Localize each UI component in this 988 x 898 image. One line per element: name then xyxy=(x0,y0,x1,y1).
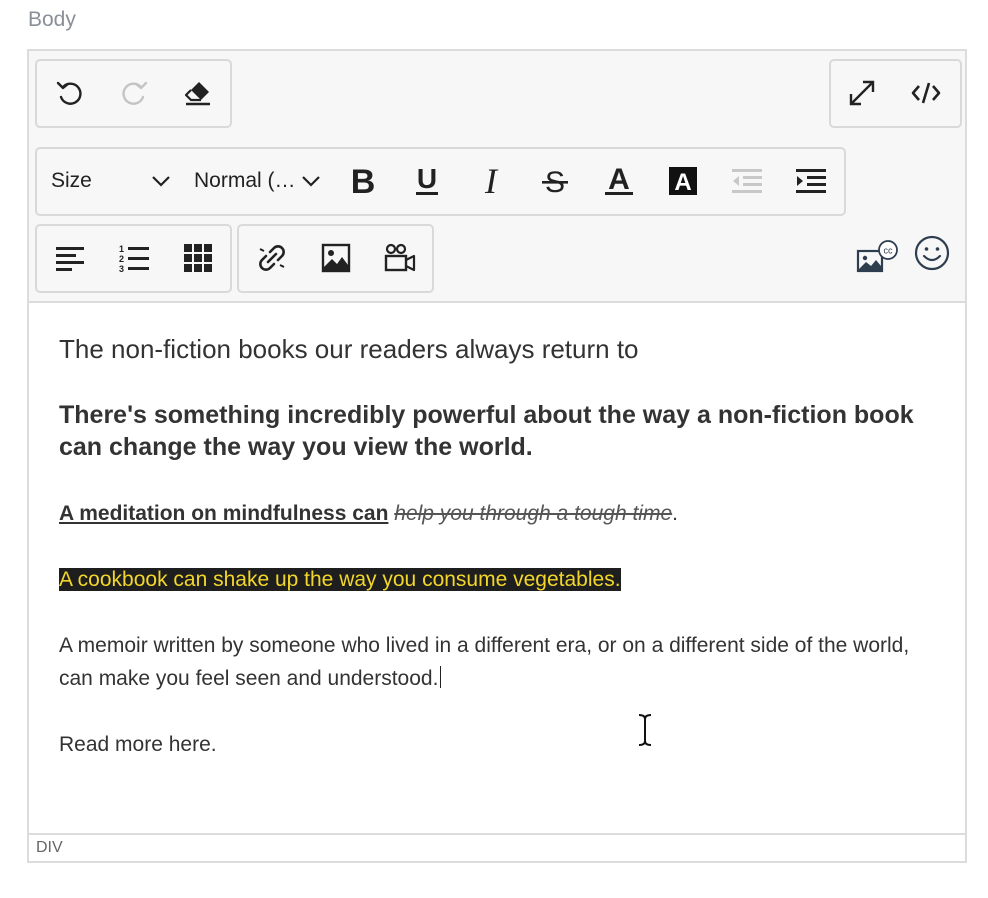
bold-icon: B xyxy=(348,165,378,197)
strikethrough-button[interactable]: S xyxy=(532,158,578,204)
table-icon xyxy=(183,243,213,273)
block-format-select[interactable]: Normal (… xyxy=(194,158,321,204)
highlighted-text: A cookbook can shake up the way you cons… xyxy=(59,568,621,591)
numbered-list-icon: 123 xyxy=(118,243,150,273)
link-icon xyxy=(257,243,287,273)
bold-button[interactable]: B xyxy=(340,158,386,204)
underline-icon: U xyxy=(413,165,441,197)
paragraph-end: . xyxy=(672,502,678,525)
memoir-paragraph: A memoir written by someone who lived in… xyxy=(59,629,929,728)
insert-group xyxy=(237,224,434,293)
fullscreen-icon xyxy=(846,77,878,109)
highlight-color-button[interactable]: A xyxy=(660,158,706,204)
undo-icon xyxy=(55,78,85,108)
emoji-button[interactable] xyxy=(909,232,955,278)
read-more-paragraph: Read more here. xyxy=(59,733,217,756)
link-button[interactable] xyxy=(249,235,295,281)
editor-content[interactable]: The non-fiction books our readers always… xyxy=(59,333,929,761)
align-button[interactable] xyxy=(47,235,93,281)
text-color-icon: A xyxy=(604,165,634,197)
source-code-icon xyxy=(910,79,942,107)
content-lead: There's something incredibly powerful ab… xyxy=(59,401,914,461)
undo-button[interactable] xyxy=(47,70,93,116)
align-icon xyxy=(55,245,85,271)
history-group xyxy=(35,59,232,128)
block-format-label: Normal (… xyxy=(194,169,296,192)
cookbook-paragraph: A cookbook can shake up the way you cons… xyxy=(59,563,929,629)
clear-formatting-icon xyxy=(183,78,213,108)
strikethrough-icon: S xyxy=(540,165,570,197)
svg-text:1: 1 xyxy=(119,244,124,254)
source-code-button[interactable] xyxy=(903,70,949,116)
svg-text:U: U xyxy=(417,165,437,194)
svg-text:A: A xyxy=(674,169,691,196)
indent-button[interactable] xyxy=(788,158,834,204)
underline-button[interactable]: U xyxy=(404,158,450,204)
accessible-media-button[interactable]: cc xyxy=(855,235,901,281)
svg-text:2: 2 xyxy=(119,254,124,264)
strikethrough-text: help you through a tough time xyxy=(394,502,673,525)
accessible-media-icon: cc xyxy=(856,239,900,278)
italic-icon: I xyxy=(477,165,505,197)
text-caret xyxy=(440,666,442,688)
block-group: 123 xyxy=(35,224,232,293)
image-button[interactable] xyxy=(313,235,359,281)
chevron-down-icon xyxy=(301,172,321,196)
mindfulness-paragraph: A meditation on mindfulness can help you… xyxy=(59,497,929,563)
outdent-icon xyxy=(731,168,763,194)
svg-text:3: 3 xyxy=(119,264,124,273)
table-button[interactable] xyxy=(175,235,221,281)
indent-icon xyxy=(795,168,827,194)
field-label: Body xyxy=(28,8,76,31)
svg-text:B: B xyxy=(351,165,376,197)
memoir-text: A memoir written by someone who lived in… xyxy=(59,634,910,690)
redo-icon xyxy=(119,78,149,108)
text-cursor-icon xyxy=(635,713,655,752)
fullscreen-button[interactable] xyxy=(839,70,885,116)
view-group xyxy=(829,59,962,128)
font-size-select[interactable]: Size xyxy=(51,158,171,204)
text-color-button[interactable]: A xyxy=(596,158,642,204)
highlight-color-icon: A xyxy=(668,166,698,196)
formatting-group: Size Normal (… B U I S A A xyxy=(35,147,846,216)
element-path[interactable]: DIV xyxy=(36,839,63,857)
rich-text-editor: Size Normal (… B U I S A A 1 2 3 cc The … xyxy=(27,49,967,863)
redo-button[interactable] xyxy=(111,70,157,116)
editor-toolbar: Size Normal (… B U I S A A 1 2 3 cc xyxy=(29,51,965,303)
video-icon xyxy=(384,243,416,273)
content-title: The non-fiction books our readers always… xyxy=(59,334,639,364)
svg-text:A: A xyxy=(608,165,630,196)
outdent-button[interactable] xyxy=(724,158,770,204)
numbered-list-button[interactable]: 123 xyxy=(111,235,157,281)
clear-formatting-button[interactable] xyxy=(175,70,221,116)
emoji-icon xyxy=(914,235,950,276)
underlined-text: A meditation on mindfulness can xyxy=(59,502,389,525)
video-button[interactable] xyxy=(377,235,423,281)
svg-text:cc: cc xyxy=(884,245,894,255)
status-bar: DIV xyxy=(29,833,965,861)
image-icon xyxy=(321,243,351,273)
italic-button[interactable]: I xyxy=(468,158,514,204)
chevron-down-icon xyxy=(151,172,171,196)
svg-text:I: I xyxy=(484,165,499,197)
font-size-label: Size xyxy=(51,169,92,192)
